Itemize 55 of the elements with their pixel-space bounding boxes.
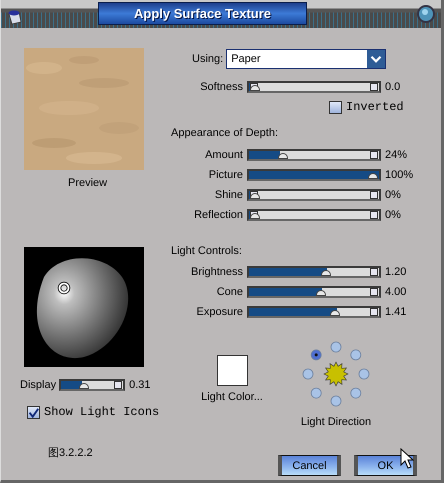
slider-label: Exposure [196, 306, 243, 318]
slider-label: Picture [208, 169, 243, 181]
preview-label: Preview [68, 177, 108, 189]
paint-bucket-icon [6, 9, 24, 25]
slider-value: 1.41 [385, 306, 406, 318]
sun-icon [323, 361, 349, 387]
slider[interactable] [247, 149, 381, 161]
slider-label: Cone [216, 286, 243, 298]
slider-value: 1.20 [385, 266, 406, 278]
light-color-label: Light Color... [201, 391, 263, 403]
slider[interactable] [247, 306, 381, 318]
slider[interactable] [247, 169, 381, 181]
figure-caption: 图3.2.2.2 [48, 446, 93, 460]
show-light-icons-label: Show Light Icons [44, 405, 160, 419]
light-position-dot[interactable] [358, 368, 370, 380]
slider-label: Shine [214, 189, 243, 201]
light-color-swatch[interactable] [216, 355, 248, 386]
section-heading: Light Controls: [171, 245, 243, 257]
slider-value: 4.00 [385, 286, 406, 298]
slider[interactable] [247, 189, 381, 201]
section-heading: Appearance of Depth: [171, 127, 280, 139]
slider-label: Amount [204, 149, 243, 161]
softness-slider[interactable] [247, 81, 381, 93]
light-position-dot[interactable] [330, 342, 342, 352]
light-position-dot[interactable] [310, 350, 322, 360]
light-position-dot[interactable] [310, 388, 322, 398]
display-slider[interactable] [59, 379, 126, 391]
light-direction-label: Light Direction [300, 416, 372, 428]
slider[interactable] [247, 266, 381, 278]
dialog-button[interactable]: Cancel [278, 455, 341, 476]
slider-value: 100% [385, 169, 414, 181]
texture-dropdown[interactable]: Paper [226, 49, 386, 69]
light-position-dot[interactable] [350, 350, 362, 360]
using-label: Using: [192, 53, 224, 65]
dialog-button[interactable]: OK [354, 455, 417, 476]
slider-label: Reflection [193, 209, 243, 221]
light-position-dot[interactable] [302, 368, 314, 380]
close-button[interactable] [416, 4, 436, 24]
light-position-dot[interactable] [350, 388, 362, 398]
slider[interactable] [247, 209, 381, 221]
show-light-icons-checkbox[interactable] [27, 406, 40, 418]
slider-value: 24% [385, 149, 408, 161]
slider-value: 0.0 [385, 81, 400, 93]
pointer-cursor-icon [400, 448, 414, 470]
light-position-dot[interactable] [330, 396, 342, 406]
slider-value: 0% [385, 189, 401, 201]
slider-label: Softness [199, 81, 243, 93]
slider-label: Brightness [190, 266, 243, 278]
inverted-label: Inverted [346, 100, 404, 114]
display-label: Display [20, 379, 56, 391]
display-value: 0.31 [129, 379, 150, 391]
inverted-checkbox[interactable] [329, 100, 342, 114]
window-title: Apply Surface Texture [134, 6, 272, 21]
slider[interactable] [247, 286, 381, 298]
slider-value: 0% [385, 209, 401, 221]
